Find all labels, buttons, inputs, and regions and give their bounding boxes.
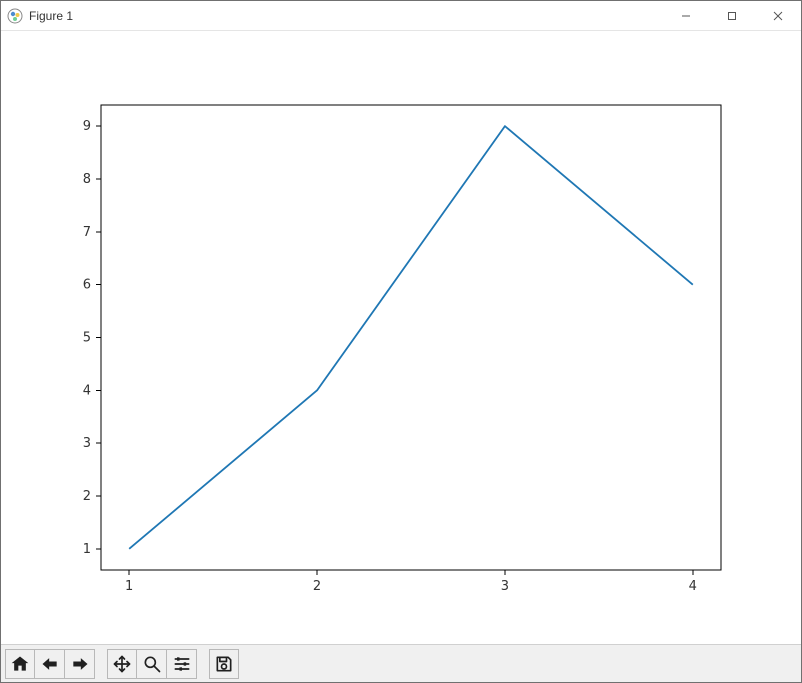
y-tick: 1 — [83, 542, 101, 557]
chart: 1 2 3 4 1 2 3 4 5 6 7 8 9 — [1, 31, 801, 644]
close-button[interactable] — [755, 1, 801, 31]
y-tick-label: 8 — [83, 172, 91, 187]
y-tick-label: 3 — [83, 436, 91, 451]
y-tick-label: 5 — [83, 331, 91, 346]
zoom-button[interactable] — [137, 649, 167, 679]
back-button[interactable] — [35, 649, 65, 679]
titlebar: Figure 1 — [1, 1, 801, 31]
titlebar-left: Figure 1 — [7, 8, 73, 24]
home-button[interactable] — [5, 649, 35, 679]
x-tick: 1 — [125, 570, 133, 594]
save-button[interactable] — [209, 649, 239, 679]
y-tick: 7 — [83, 225, 101, 240]
tool-group-io — [209, 649, 239, 679]
y-tick-label: 6 — [83, 278, 91, 293]
maximize-button[interactable] — [709, 1, 755, 31]
x-tick-label: 3 — [501, 579, 509, 594]
y-tick-label: 7 — [83, 225, 91, 240]
window-controls — [663, 1, 801, 30]
y-tick: 2 — [83, 489, 101, 504]
y-tick-label: 2 — [83, 489, 91, 504]
app-window: Figure 1 1 2 3 4 1 2 3 4 5 6 7 8 9 — [0, 0, 802, 683]
x-tick: 3 — [501, 570, 509, 594]
tool-group-nav — [5, 649, 95, 679]
y-tick-label: 9 — [83, 119, 91, 134]
y-tick-label: 1 — [83, 542, 91, 557]
y-tick: 8 — [83, 172, 101, 187]
y-tick: 5 — [83, 331, 101, 346]
configure-button[interactable] — [167, 649, 197, 679]
x-tick: 4 — [689, 570, 697, 594]
y-tick: 3 — [83, 436, 101, 451]
y-tick: 4 — [83, 383, 101, 398]
tool-group-view — [107, 649, 197, 679]
y-tick: 9 — [83, 119, 101, 134]
pan-button[interactable] — [107, 649, 137, 679]
nav-toolbar — [1, 644, 801, 682]
figure-canvas[interactable]: 1 2 3 4 1 2 3 4 5 6 7 8 9 — [1, 31, 801, 644]
x-tick: 2 — [313, 570, 321, 594]
x-tick-label: 2 — [313, 579, 321, 594]
x-tick-label: 4 — [689, 579, 697, 594]
app-icon — [7, 8, 23, 24]
y-tick-label: 4 — [83, 383, 91, 398]
forward-button[interactable] — [65, 649, 95, 679]
axes-frame — [101, 105, 721, 570]
x-tick-label: 1 — [125, 579, 133, 594]
series-line — [129, 126, 693, 549]
minimize-button[interactable] — [663, 1, 709, 31]
window-title: Figure 1 — [29, 9, 73, 23]
y-tick: 6 — [83, 278, 101, 293]
